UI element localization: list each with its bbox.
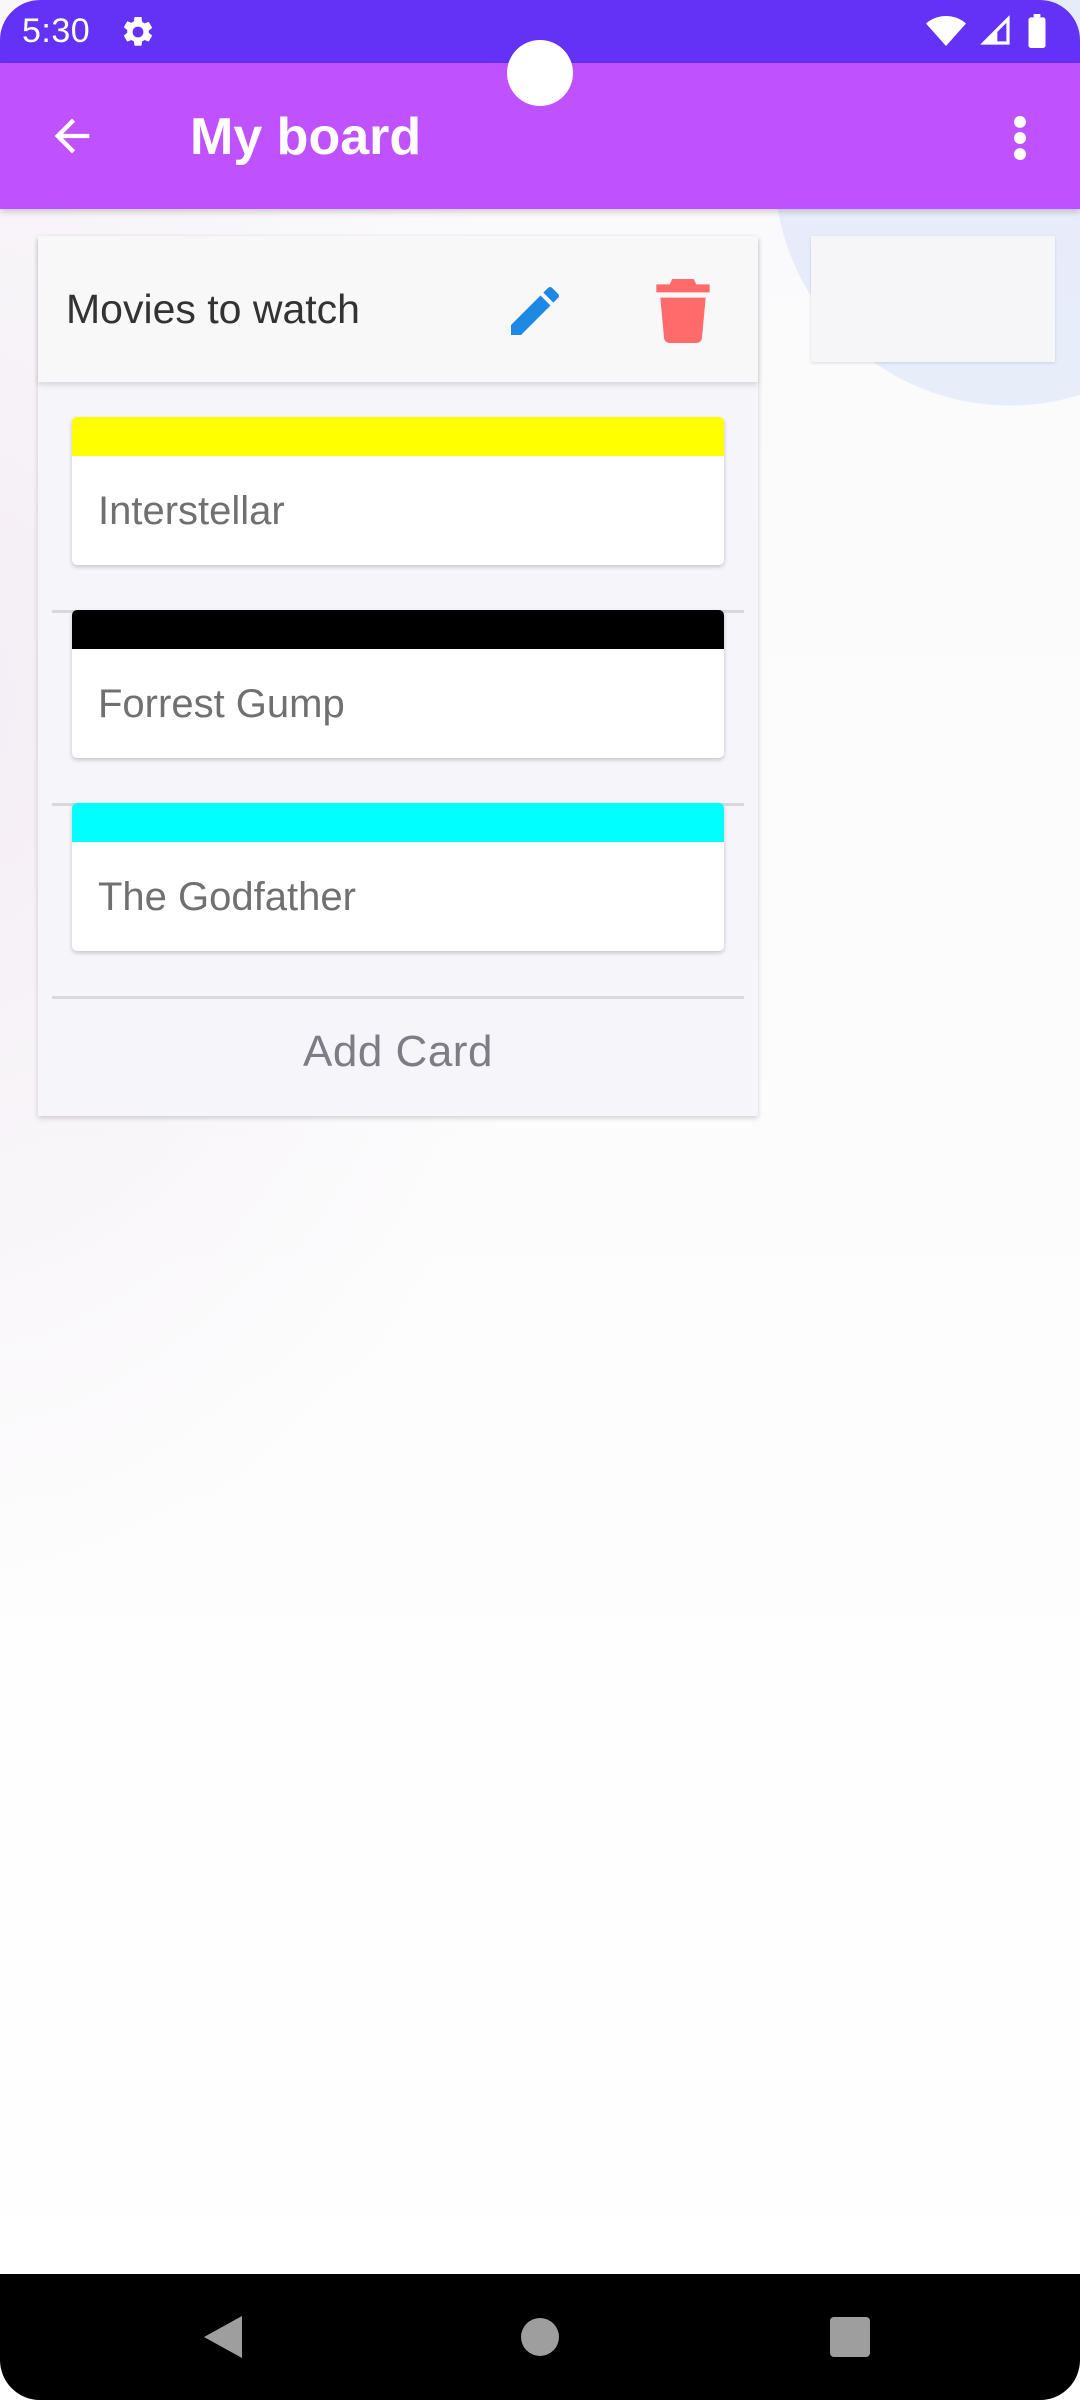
back-button[interactable] [42, 106, 102, 166]
camera-cutout [507, 40, 573, 106]
card-color-bar [72, 803, 724, 842]
card-title: The Godfather [98, 875, 356, 919]
card-color-bar [72, 417, 724, 456]
nav-recents-icon[interactable] [830, 2317, 870, 2357]
trash-icon [656, 279, 710, 343]
system-nav-bar [0, 2274, 1080, 2400]
gear-icon [120, 14, 156, 50]
list-title: Movies to watch [66, 286, 360, 332]
card-color-bar [72, 610, 724, 649]
status-time: 5:30 [22, 12, 91, 50]
signal-icon [980, 15, 1012, 52]
card-the-godfather[interactable]: The Godfather [72, 803, 724, 951]
status-icons [926, 14, 1048, 53]
more-options-button[interactable] [990, 103, 1050, 173]
nav-back-icon[interactable] [204, 2316, 242, 2358]
add-card-button[interactable]: Add Card [38, 988, 758, 1116]
pencil-icon [511, 286, 560, 335]
edit-list-button[interactable] [500, 276, 570, 346]
add-list-placeholder[interactable] [811, 236, 1055, 362]
delete-list-button[interactable] [648, 276, 718, 346]
list-header: Movies to watch [38, 236, 758, 382]
more-vert-icon [1014, 115, 1026, 161]
card-slot: The Godfather [52, 803, 744, 999]
page-title: My board [190, 108, 422, 166]
arrow-back-icon [54, 118, 90, 154]
card-forrest-gump[interactable]: Forrest Gump [72, 610, 724, 758]
card-slot: Forrest Gump [52, 610, 744, 806]
card-slot: Interstellar [52, 417, 744, 613]
battery-icon [1026, 14, 1048, 53]
card-title: Interstellar [98, 489, 285, 533]
nav-home-icon[interactable] [521, 2318, 559, 2356]
card-title: Forrest Gump [98, 682, 345, 726]
wifi-icon [926, 14, 966, 53]
card-interstellar[interactable]: Interstellar [72, 417, 724, 565]
task-list: Movies to watch Interstellar Forrest Gum… [38, 236, 758, 1116]
